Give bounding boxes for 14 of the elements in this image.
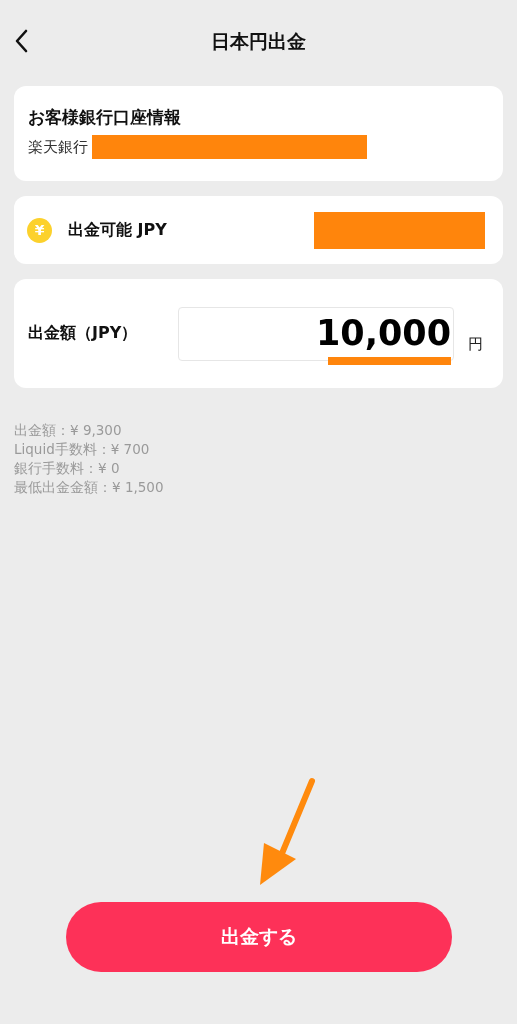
card-title: お客様銀行口座情報 bbox=[28, 106, 182, 129]
back-button[interactable] bbox=[14, 29, 28, 53]
chevron-left-icon bbox=[14, 29, 28, 53]
fee-line: 出金額：¥ 9,300 bbox=[14, 421, 123, 439]
fee-line: Liquid手数料：¥ 700 bbox=[14, 440, 151, 458]
yen-coin-icon: ¥ bbox=[27, 217, 52, 243]
fee-line: 最低出金金額：¥ 1,500 bbox=[14, 478, 165, 496]
withdraw-button[interactable]: 出金する bbox=[65, 902, 452, 972]
fee-line: 銀行手数料：¥ 0 bbox=[14, 459, 121, 477]
amount-label: 出金額（JPY） bbox=[28, 323, 139, 344]
page-title: 日本円出金 bbox=[211, 29, 306, 54]
currency-unit: 円 bbox=[468, 335, 483, 354]
balance-label: 出金可能 JPY bbox=[68, 219, 168, 241]
bank-name: 楽天銀行 bbox=[28, 137, 88, 157]
